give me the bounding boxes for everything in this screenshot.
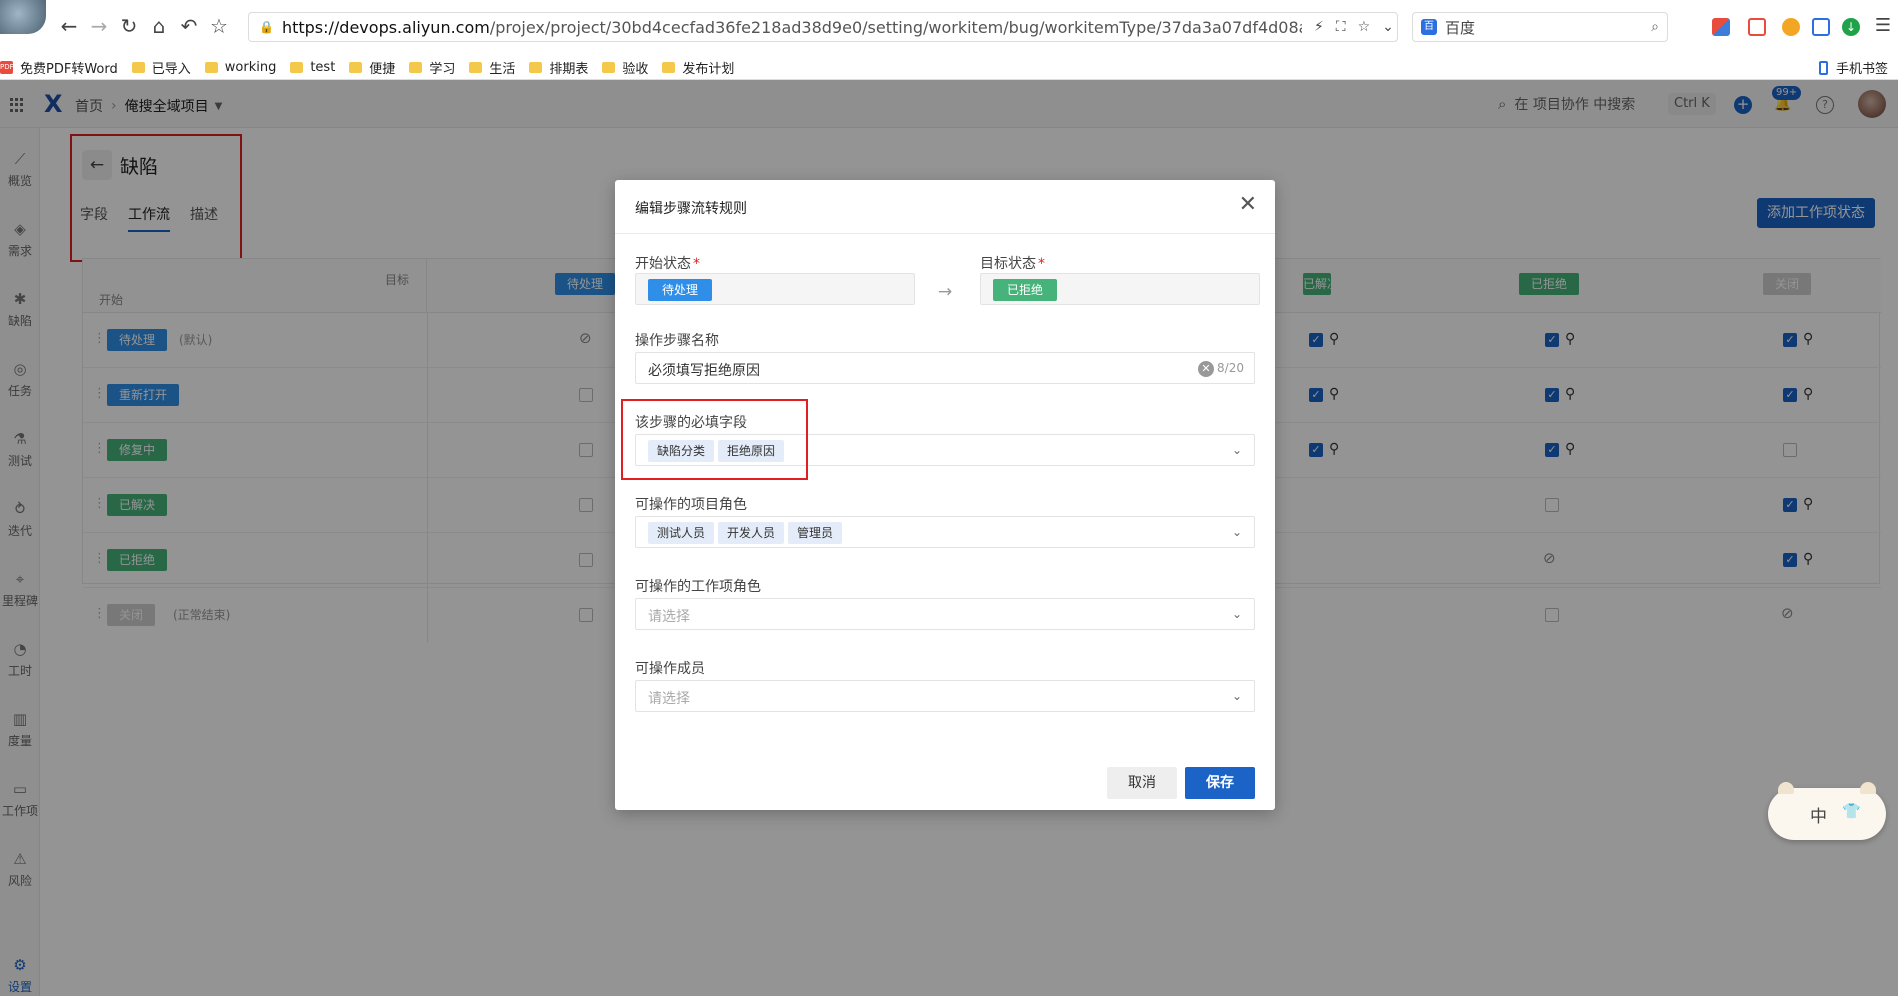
back-icon[interactable]: ← (58, 14, 80, 38)
screenshot-icon[interactable]: ⛶ (1336, 19, 1346, 35)
star-icon[interactable]: ☆ (208, 14, 230, 38)
folder-icon (131, 61, 145, 73)
start-state-label: 开始状态 * (635, 256, 700, 272)
workitem-roles-label: 可操作的工作项角色 (635, 579, 761, 595)
members-placeholder: 请选择 (648, 691, 690, 707)
folder-icon (290, 61, 304, 73)
bookmark-folder[interactable]: 学习 (409, 58, 455, 77)
folder-icon (349, 61, 363, 73)
folder-icon (409, 61, 423, 73)
modal-title: 编辑步骤流转规则 (635, 201, 747, 217)
crop-icon[interactable] (1812, 18, 1830, 36)
ime-mode[interactable]: 中 (1810, 802, 1827, 827)
bookmark-folder[interactable]: 已导入 (131, 58, 191, 77)
bolt-icon[interactable]: ⚡ (1314, 19, 1324, 35)
chevron-down-icon[interactable]: ⌄ (1232, 689, 1242, 703)
bookmark-folder[interactable]: 验收 (602, 58, 648, 77)
clear-icon[interactable]: ✕ (1198, 361, 1214, 377)
address-row: ← → ↻ ⌂ ↶ ☆ 🔒 https://devops.aliyun.com/… (0, 0, 1898, 54)
menu-icon[interactable]: ☰ (1872, 14, 1894, 38)
ime-ear-decoration (1860, 782, 1876, 794)
project-role-chip[interactable]: 测试人员 (648, 522, 715, 544)
phone-icon (1818, 60, 1828, 75)
forward-icon[interactable]: → (88, 14, 110, 38)
members-select[interactable]: 请选择 ⌄ (635, 680, 1255, 712)
mobile-bookmarks[interactable]: 手机书签 (1818, 58, 1888, 77)
bookmarks-bar: PDF 免费PDF转Word 已导入 working test 便捷 学习 生活 … (0, 54, 1898, 80)
chevron-down-icon[interactable]: ⌄ (1382, 19, 1394, 35)
favorite-icon[interactable]: ☆ (1358, 19, 1371, 35)
chevron-down-icon[interactable]: ⌄ (1232, 443, 1242, 457)
bookmark-pdf[interactable]: PDF 免费PDF转Word (0, 58, 118, 77)
browser-search[interactable]: 百 百度 ⌕ (1412, 12, 1668, 42)
target-state-field: 已拒绝 (980, 273, 1260, 305)
target-state-label: 目标状态 * (980, 256, 1045, 272)
project-role-chip[interactable]: 开发人员 (718, 522, 785, 544)
step-name-input[interactable]: 必须填写拒绝原因 ✕ 8/20 (635, 352, 1255, 384)
search-engine-name: 百度 (1445, 18, 1476, 37)
folder-icon (204, 61, 218, 73)
skin-icon[interactable]: 👕 (1842, 802, 1861, 820)
ime-ear-decoration (1778, 782, 1794, 794)
project-role-chip[interactable]: 管理员 (788, 522, 843, 544)
url-bar[interactable]: 🔒 https://devops.aliyun.com/projex/proje… (248, 12, 1398, 42)
bookmark-folder[interactable]: test (290, 60, 335, 75)
ime-widget[interactable]: 中 👕 (1768, 782, 1886, 840)
save-button[interactable]: 保存 (1185, 767, 1255, 799)
home-icon[interactable]: ⌂ (148, 14, 170, 38)
folder-icon (602, 61, 616, 73)
chevron-down-icon[interactable]: ⌄ (1232, 525, 1242, 539)
folder-icon (529, 61, 543, 73)
target-state-tag: 已拒绝 (993, 279, 1058, 301)
profile-avatar[interactable] (0, 0, 46, 34)
chevron-down-icon[interactable]: ⌄ (1232, 607, 1242, 621)
folder-icon (469, 61, 483, 73)
start-state-tag: 待处理 (648, 279, 713, 301)
step-name-value: 必须填写拒绝原因 (648, 363, 760, 379)
workitem-roles-select[interactable]: 请选择 ⌄ (635, 598, 1255, 630)
browser-chrome: ← → ↻ ⌂ ↶ ☆ 🔒 https://devops.aliyun.com/… (0, 0, 1898, 80)
char-counter: 8/20 (1217, 361, 1244, 375)
cancel-button[interactable]: 取消 (1107, 767, 1177, 799)
url-text[interactable]: https://devops.aliyun.com/projex/project… (282, 18, 1302, 37)
modal-header: 编辑步骤流转规则 ✕ (615, 180, 1275, 234)
bookmark-folder[interactable]: 发布计划 (662, 58, 734, 77)
reload-icon[interactable]: ↻ (118, 14, 140, 38)
download-icon[interactable]: ↓ (1842, 18, 1860, 36)
close-icon[interactable]: ✕ (1239, 192, 1257, 217)
undo-icon[interactable]: ↶ (178, 14, 200, 38)
workitem-roles-placeholder: 请选择 (648, 609, 690, 625)
project-roles-label: 可操作的项目角色 (635, 497, 747, 513)
project-roles-chips: 测试人员 开发人员 管理员 (648, 522, 846, 544)
bookmark-folder[interactable]: working (204, 60, 276, 75)
lock-icon: 🔒 (259, 20, 274, 34)
edit-transition-modal: 编辑步骤流转规则 ✕ 开始状态 * 待处理 → 目标状态 * 已拒绝 操作步骤名称 … (615, 180, 1275, 810)
night-mode-icon[interactable] (1782, 18, 1800, 36)
arrow-right-icon: → (938, 282, 953, 302)
apps-extension-icon[interactable] (1712, 18, 1730, 36)
baidu-icon: 百 (1421, 19, 1437, 35)
start-state-field: 待处理 (635, 273, 915, 305)
folder-icon (662, 61, 676, 73)
pdf-extension-icon[interactable] (1748, 18, 1766, 36)
bookmark-folder[interactable]: 生活 (469, 58, 515, 77)
bookmark-folder[interactable]: 便捷 (349, 58, 395, 77)
search-icon[interactable]: ⌕ (1651, 19, 1659, 35)
project-roles-select[interactable]: 测试人员 开发人员 管理员 ⌄ (635, 516, 1255, 548)
bookmark-folder[interactable]: 排期表 (529, 58, 588, 77)
members-label: 可操作成员 (635, 661, 705, 677)
highlight-box (621, 399, 808, 480)
pdf-icon: PDF (0, 60, 14, 74)
step-name-label: 操作步骤名称 (635, 333, 719, 349)
